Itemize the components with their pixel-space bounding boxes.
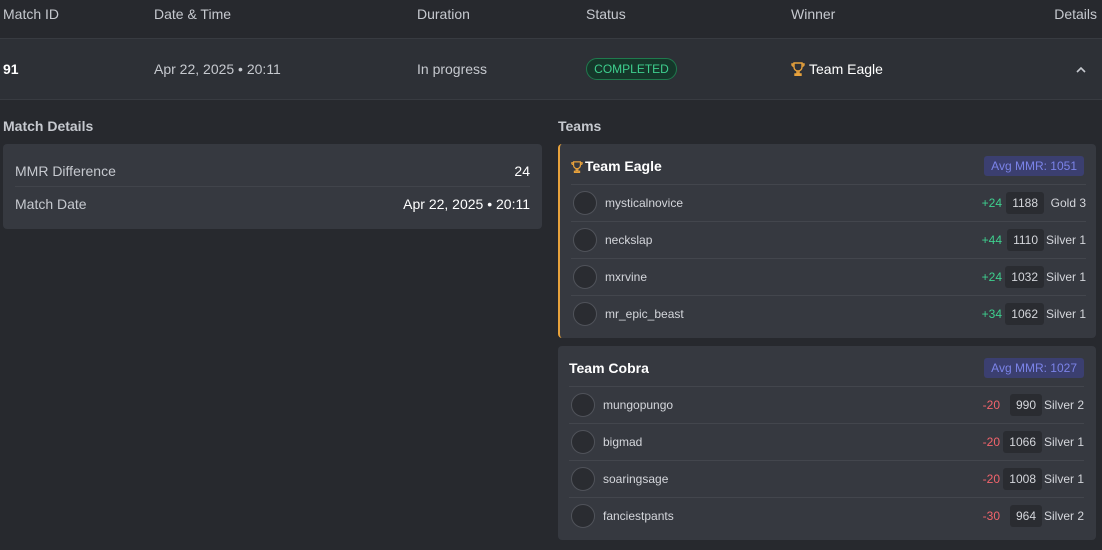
player-mmr: 1008: [1003, 468, 1042, 490]
player-mmr: 990: [1009, 394, 1042, 416]
match-date-row: Match Date Apr 22, 2025 • 20:11: [15, 187, 530, 220]
avatar: [571, 467, 595, 491]
mmr-difference-label: MMR Difference: [15, 163, 116, 179]
player-mmr: 1066: [1003, 431, 1042, 453]
chevron-up-icon[interactable]: [1075, 63, 1087, 79]
column-header-winner[interactable]: Winner: [791, 6, 835, 22]
player-name[interactable]: soaringsage: [603, 472, 668, 486]
teams-title: Teams: [558, 118, 602, 134]
player-mmr: 1062: [1005, 303, 1044, 325]
mmr-change: +44: [981, 233, 1002, 247]
avg-mmr-badge: Avg MMR: 1051: [984, 156, 1084, 176]
team-name-label: Team Eagle: [585, 158, 662, 174]
player-mmr: 1110: [1007, 229, 1044, 251]
mmr-difference-row: MMR Difference 24: [15, 154, 530, 187]
player-rank: Silver 1: [1043, 472, 1084, 486]
column-header-match-id[interactable]: Match ID: [3, 6, 59, 22]
trophy-icon: [571, 160, 583, 176]
team-name-label: Team Cobra: [569, 360, 649, 376]
column-header-duration[interactable]: Duration: [417, 6, 470, 22]
player-row[interactable]: fanciestpants -30 964 Silver 2: [569, 497, 1084, 534]
avatar: [573, 228, 597, 252]
winner-name: Team Eagle: [809, 61, 883, 77]
team-card-eagle: Team Eagle Avg MMR: 1051 mysticalnovice …: [558, 144, 1096, 338]
status-badge: COMPLETED: [586, 58, 677, 80]
player-row[interactable]: neckslap +44 1110 Silver 1: [571, 221, 1086, 258]
player-row[interactable]: bigmad -20 1066 Silver 1: [569, 423, 1084, 460]
avatar: [571, 393, 595, 417]
player-rank: Silver 1: [1045, 270, 1086, 284]
avg-mmr-badge: Avg MMR: 1027: [984, 358, 1084, 378]
avatar: [573, 302, 597, 326]
match-date-value: Apr 22, 2025 • 20:11: [403, 196, 530, 212]
player-name[interactable]: mungopungo: [603, 398, 673, 412]
avatar: [573, 191, 597, 215]
mmr-change: -20: [982, 435, 1000, 449]
column-header-details: Details: [1054, 6, 1097, 22]
player-row[interactable]: mungopungo -20 990 Silver 2: [569, 386, 1084, 423]
mmr-change: +34: [981, 307, 1002, 321]
player-name[interactable]: mxrvine: [605, 270, 647, 284]
player-rank: Gold 3: [1050, 196, 1086, 210]
mmr-difference-value: 24: [514, 163, 530, 179]
avatar: [573, 265, 597, 289]
player-row[interactable]: soaringsage -20 1008 Silver 1: [569, 460, 1084, 497]
avatar: [571, 430, 595, 454]
trophy-icon: [791, 62, 805, 79]
player-name[interactable]: mysticalnovice: [605, 196, 683, 210]
player-name[interactable]: neckslap: [605, 233, 652, 247]
avatar: [571, 504, 595, 528]
team-name: Team Eagle: [571, 158, 662, 176]
player-rank: Silver 2: [1043, 398, 1084, 412]
match-duration: In progress: [417, 61, 488, 77]
player-rank: Silver 1: [1045, 233, 1086, 247]
match-details-card: MMR Difference 24 Match Date Apr 22, 202…: [3, 144, 542, 229]
player-name[interactable]: bigmad: [603, 435, 642, 449]
table-row[interactable]: 91 Apr 22, 2025 • 20:11 In progress COMP…: [0, 39, 1102, 100]
player-rank: Silver 1: [1043, 435, 1084, 449]
player-mmr: 1032: [1005, 266, 1044, 288]
mmr-change: -20: [982, 472, 1000, 486]
column-header-status[interactable]: Status: [586, 6, 626, 22]
table-header: Match ID Date & Time Duration Status Win…: [0, 0, 1102, 39]
player-rank: Silver 2: [1043, 509, 1084, 523]
player-name[interactable]: mr_epic_beast: [605, 307, 684, 321]
winner-cell: Team Eagle: [791, 61, 883, 79]
mmr-change: +24: [981, 196, 1002, 210]
mmr-change: +24: [981, 270, 1002, 284]
match-date-label: Match Date: [15, 196, 87, 212]
player-name[interactable]: fanciestpants: [603, 509, 674, 523]
match-id: 91: [3, 61, 19, 77]
column-header-date-time[interactable]: Date & Time: [154, 6, 231, 22]
player-row[interactable]: mr_epic_beast +34 1062 Silver 1: [571, 295, 1086, 332]
mmr-change: -20: [982, 398, 1000, 412]
match-details-title: Match Details: [3, 118, 94, 134]
team-card-cobra: Team Cobra Avg MMR: 1027 mungopungo -20 …: [558, 346, 1096, 540]
match-date: Apr 22, 2025 • 20:11: [154, 61, 281, 77]
player-row[interactable]: mxrvine +24 1032 Silver 1: [571, 258, 1086, 295]
player-mmr: 1188: [1006, 192, 1044, 214]
player-row[interactable]: mysticalnovice +24 1188 Gold 3: [571, 184, 1086, 221]
player-rank: Silver 1: [1045, 307, 1086, 321]
mmr-change: -30: [982, 509, 1000, 523]
player-mmr: 964: [1009, 505, 1042, 527]
